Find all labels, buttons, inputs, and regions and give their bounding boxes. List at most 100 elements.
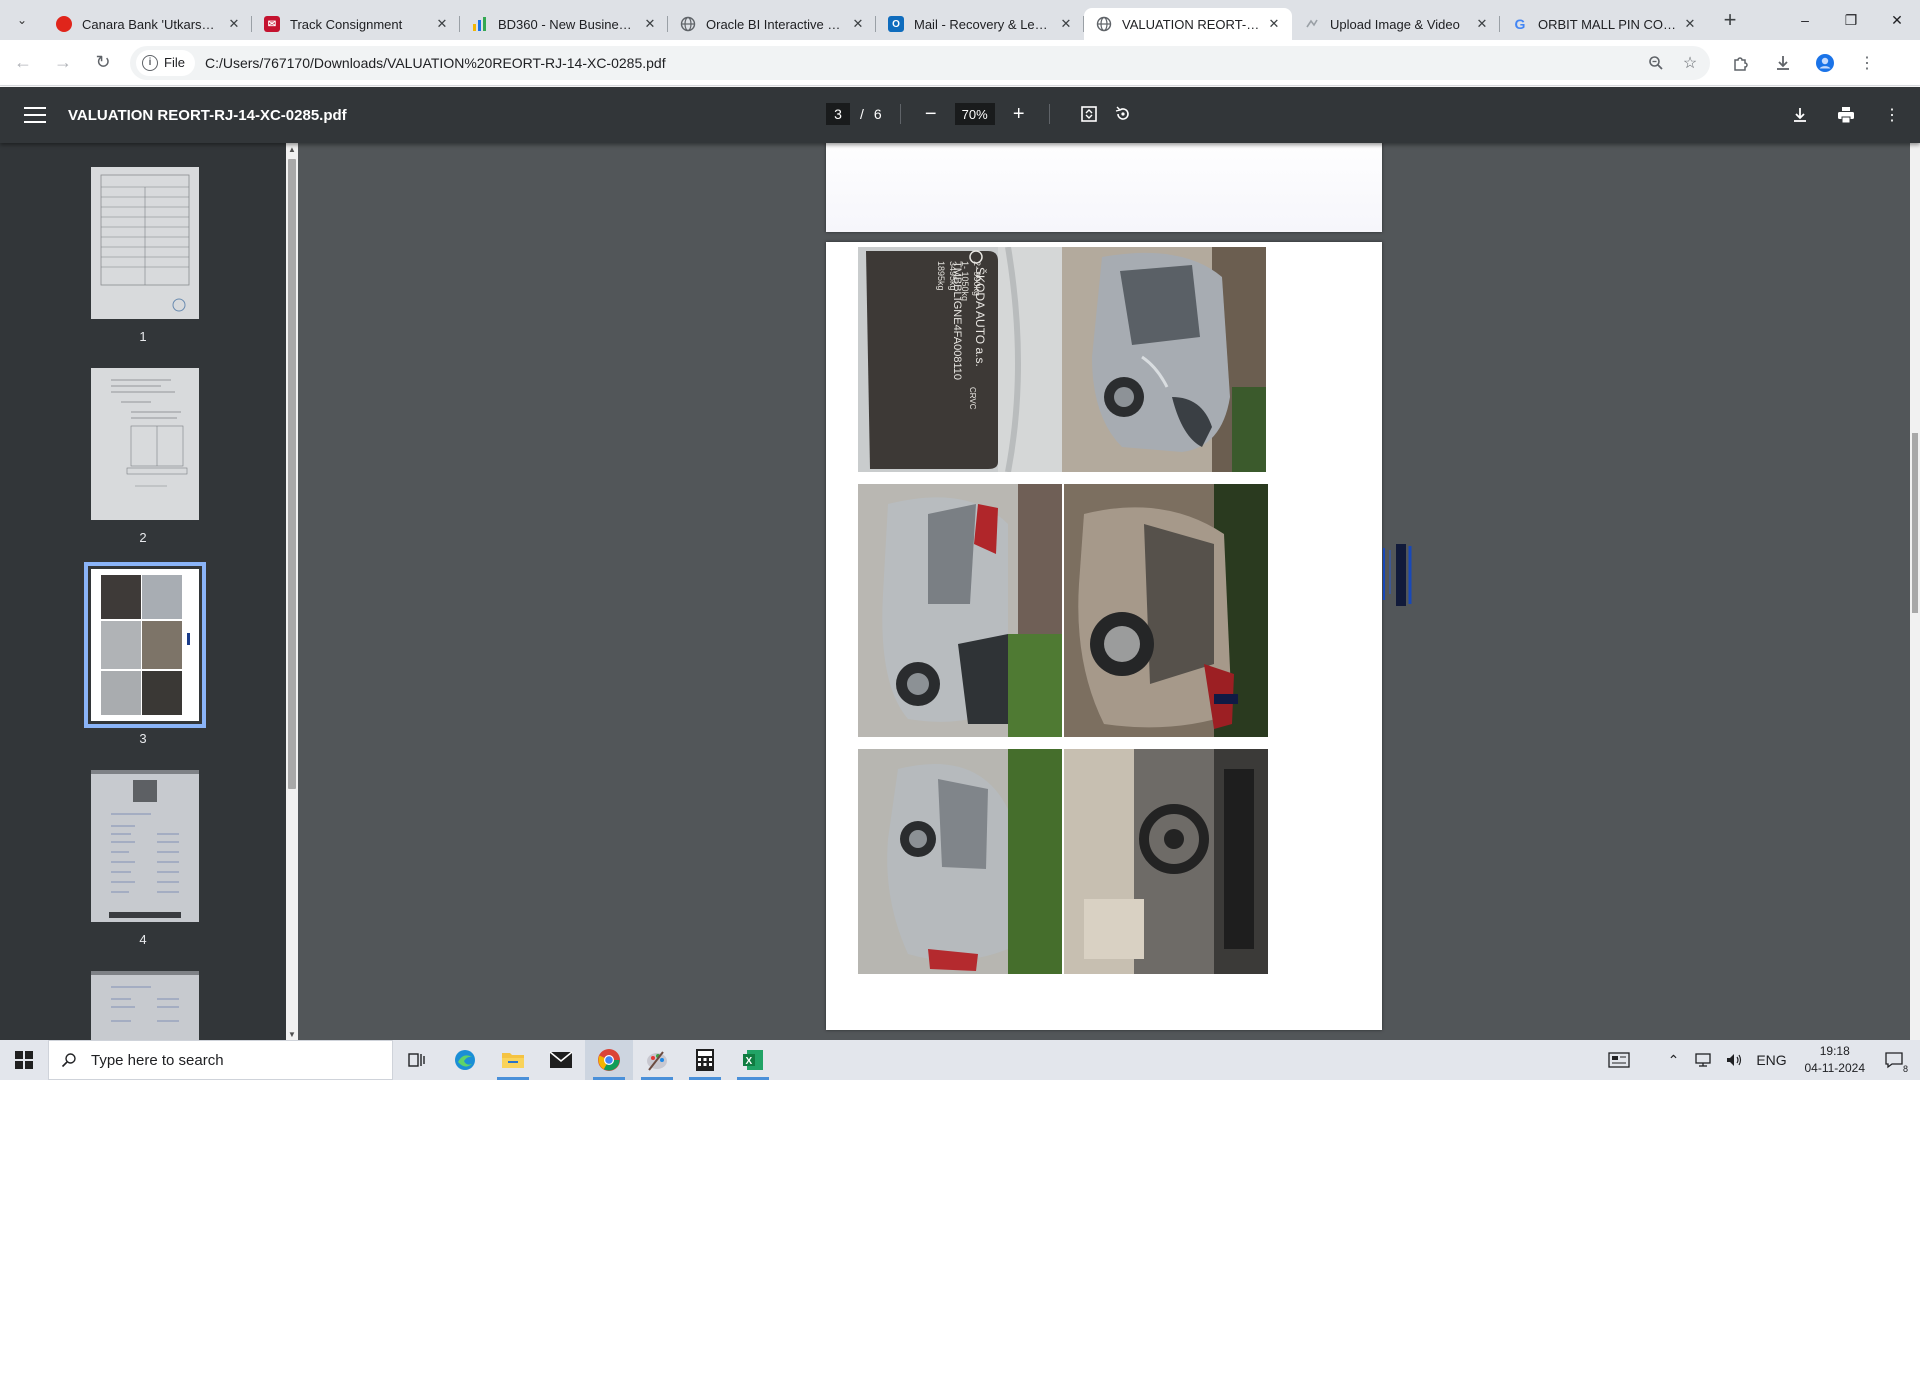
clock-time: 19:18 [1819, 1044, 1850, 1058]
close-icon[interactable]: ✕ [1058, 16, 1074, 32]
thumbnail-label: 3 [139, 731, 147, 746]
tab-track-consignment[interactable]: ✉ Track Consignment ✕ [252, 8, 460, 40]
windows-start-icon[interactable] [0, 1040, 48, 1080]
edge-icon[interactable] [441, 1040, 489, 1080]
excel-icon[interactable]: X [729, 1040, 777, 1080]
more-options-icon[interactable]: ⋮ [1878, 101, 1906, 129]
thumbnail-page-2[interactable] [91, 368, 199, 520]
tab-canara-bank[interactable]: Canara Bank 'Utkarsh' - C ✕ [44, 8, 252, 40]
close-window-icon[interactable]: ✕ [1874, 0, 1920, 40]
system-tray: ⌃ ENG 19:18 04-11-2024 8 [1604, 1040, 1920, 1080]
tab-title: Track Consignment [290, 16, 403, 32]
forward-button[interactable]: → [46, 46, 80, 80]
thumbnail-label: 4 [139, 932, 147, 947]
language-indicator[interactable]: ENG [1752, 1048, 1792, 1072]
search-icon [61, 1053, 76, 1068]
thumbnail-page-1[interactable] [91, 167, 199, 319]
volume-icon[interactable] [1722, 1048, 1746, 1072]
thumbnail-page-4[interactable] [91, 770, 199, 922]
zoom-level-input[interactable]: 70% [954, 103, 995, 125]
pdf-toolbar: VALUATION REORT-RJ-14-XC-0285.pdf 3 / 6 … [0, 87, 1920, 143]
thumbnail-page-3[interactable] [84, 562, 206, 728]
task-view-icon[interactable] [393, 1040, 441, 1080]
bookmark-star-icon[interactable]: ☆ [1676, 49, 1704, 77]
document-title: VALUATION REORT-RJ-14-XC-0285.pdf [68, 106, 347, 124]
tab-valuation-report[interactable]: VALUATION REORT-RJ-14 ✕ [1084, 8, 1292, 40]
outlook-icon: O [888, 16, 904, 32]
taskbar-search-box[interactable]: Type here to search [48, 1040, 393, 1080]
browser-menu-icon[interactable]: ⋮ [1850, 46, 1884, 80]
page-number-input[interactable]: 3 [826, 103, 850, 125]
tab-upload-image[interactable]: Upload Image & Video ✕ [1292, 8, 1500, 40]
close-icon[interactable]: ✕ [226, 16, 242, 32]
download-icon[interactable] [1766, 46, 1800, 80]
minimize-icon[interactable]: – [1782, 0, 1828, 40]
zoom-in-icon[interactable]: + [1007, 102, 1031, 126]
close-icon[interactable]: ✕ [434, 16, 450, 32]
valuer-stamp [1376, 542, 1422, 608]
close-icon[interactable]: ✕ [642, 16, 658, 32]
tab-mail-recovery[interactable]: O Mail - Recovery & Legal S ✕ [876, 8, 1084, 40]
restore-icon[interactable]: ❐ [1828, 0, 1874, 40]
new-tab-button[interactable]: + [1714, 4, 1746, 36]
car-interior-photo [1064, 749, 1268, 974]
calculator-icon[interactable] [681, 1040, 729, 1080]
svg-text:2- 990kg: 2- 990kg [972, 261, 982, 296]
zoom-icon[interactable] [1642, 49, 1670, 77]
car-front-photo [1062, 247, 1266, 472]
paint-icon[interactable] [633, 1040, 681, 1080]
total-pages: 6 [873, 106, 882, 122]
pdf-download-icon[interactable] [1786, 101, 1814, 129]
close-icon[interactable]: ✕ [1266, 16, 1282, 32]
tab-oracle-bi[interactable]: Oracle BI Interactive Dash ✕ [668, 8, 876, 40]
url-text[interactable]: C:/Users/767170/Downloads/VALUATION%20RE… [205, 55, 1642, 71]
site-info-chip[interactable]: i File [136, 49, 195, 76]
window-controls: – ❐ ✕ [1782, 0, 1920, 40]
chrome-icon[interactable] [585, 1040, 633, 1080]
extensions-icon[interactable] [1724, 46, 1758, 80]
notification-count: 8 [1902, 1064, 1908, 1074]
svg-text:CRVC: CRVC [968, 387, 977, 410]
reload-button[interactable]: ↻ [86, 46, 120, 80]
svg-text:1- 1050kg: 1- 1050kg [960, 261, 970, 301]
close-icon[interactable]: ✕ [1682, 16, 1698, 32]
tab-bd360[interactable]: BD360 - New Business Da ✕ [460, 8, 668, 40]
pdf-viewport[interactable]: ŠKODA AUTO a.s. TMBBLIGNE4FA008110 1895k… [298, 143, 1910, 1040]
back-button[interactable]: ← [6, 46, 40, 80]
tab-search-button[interactable]: ⌄ [0, 0, 44, 40]
vehicle-plate-photo: ŠKODA AUTO a.s. TMBBLIGNE4FA008110 1895k… [858, 247, 1062, 472]
previous-page-fragment [826, 143, 1382, 232]
close-icon[interactable]: ✕ [850, 16, 866, 32]
canara-icon [56, 16, 72, 32]
print-icon[interactable] [1832, 101, 1860, 129]
rotate-icon[interactable] [1110, 101, 1136, 127]
main-scrollbar[interactable] [1910, 143, 1920, 1040]
mail-icon[interactable] [537, 1040, 585, 1080]
bar-chart-icon [472, 16, 488, 32]
sidebar-scrollbar[interactable]: ▲ ▼ [286, 143, 298, 1040]
thumbnail-label: 2 [139, 530, 147, 545]
taskbar-clock[interactable]: 19:18 04-11-2024 [1805, 1043, 1866, 1077]
tab-title: Mail - Recovery & Legal S [914, 16, 1052, 32]
thumbnail-page-5[interactable] [91, 971, 199, 1040]
windows-taskbar: Type here to search X ⌃ ENG 19:18 04-11-… [0, 1040, 1920, 1080]
india-post-icon: ✉ [264, 16, 280, 32]
car-rear-photo [858, 484, 1062, 737]
notification-center-icon[interactable]: 8 [1882, 1048, 1908, 1074]
omnibox[interactable]: i File C:/Users/767170/Downloads/VALUATI… [130, 45, 1710, 80]
thumbnail-label: 1 [139, 329, 147, 344]
search-placeholder: Type here to search [91, 1051, 224, 1069]
clock-date: 04-11-2024 [1804, 1061, 1866, 1075]
tab-title: ORBIT MALL PIN CODE - [1538, 16, 1676, 32]
sidebar-menu-icon[interactable] [24, 107, 46, 123]
news-widget-icon[interactable] [1607, 1048, 1631, 1072]
profile-avatar-icon[interactable] [1808, 46, 1842, 80]
car-rear-side-photo [858, 749, 1062, 974]
file-explorer-icon[interactable] [489, 1040, 537, 1080]
chevron-up-icon[interactable]: ⌃ [1662, 1048, 1686, 1072]
network-icon[interactable] [1692, 1048, 1716, 1072]
fit-to-page-icon[interactable] [1076, 101, 1102, 127]
tab-orbit-mall[interactable]: G ORBIT MALL PIN CODE - ✕ [1500, 8, 1708, 40]
zoom-out-icon[interactable]: − [919, 102, 943, 126]
close-icon[interactable]: ✕ [1474, 16, 1490, 32]
